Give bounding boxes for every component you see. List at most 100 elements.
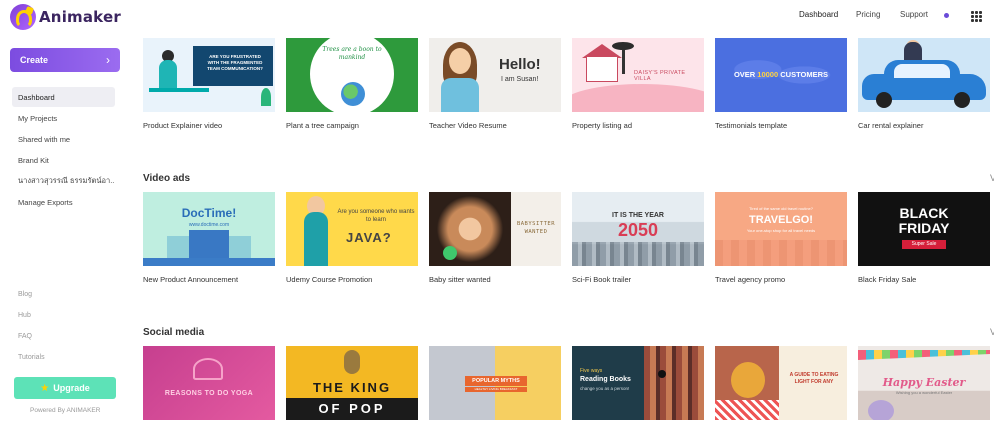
thumbnail-title: Reading Books [580,376,631,383]
thumbnail-subtitle: HEALTHY LIVING BREAKFAST [465,387,527,392]
notification-dot-icon[interactable] [944,13,949,18]
sidebar-link-hub[interactable]: Hub [18,312,31,319]
template-thumbnail[interactable]: Tired of the same old travel routine? TR… [715,192,847,266]
create-button[interactable]: Create › [10,48,120,72]
animaker-logo-icon [10,4,36,30]
template-thumbnail[interactable]: OVER 10000 CUSTOMERS [715,38,847,112]
template-title: Baby sitter wanted [429,275,491,284]
template-title: Plant a tree campaign [286,121,359,130]
sidebar-item-manage-exports[interactable]: Manage Exports [12,192,115,212]
template-card[interactable]: THE KING OF POP [286,346,418,420]
thumbnail-title: TRAVELGO! [749,214,813,226]
globe-icon [341,82,365,106]
template-thumbnail[interactable]: BABYSITTER WANTED [429,192,561,266]
template-card[interactable]: Car rental explainer [858,38,990,130]
template-thumbnail[interactable]: Trees are a boon to mankind [286,38,418,112]
thumbnail-text: DAISY'S PRIVATE VILLA [634,70,686,82]
app-root: Animaker Dashboard Pricing Support Creat… [0,0,994,421]
upgrade-button[interactable]: ★ Upgrade [14,377,116,399]
top-bar: Animaker Dashboard Pricing Support [0,0,994,34]
template-thumbnail[interactable] [858,38,990,112]
template-thumbnail[interactable]: REASONS TO DO YOGA [143,346,275,420]
thumbnail-title: Hello! [499,56,541,73]
template-card[interactable]: POPULAR MYTHS HEALTHY LIVING BREAKFAST [429,346,561,420]
powered-by-text: Powered By ANIMAKER [30,407,101,414]
sidebar-item-label: Dashboard [18,92,55,102]
logo[interactable]: Animaker [10,4,121,30]
template-thumbnail[interactable]: THE KING OF POP [286,346,418,420]
thumbnail-title: BLACK FRIDAY [898,205,950,236]
upgrade-button-label: Upgrade [53,383,90,393]
thumbnail-subtitle: Wishing you a wonderful Easter [895,390,953,395]
thumbnail-title: DocTime! [181,206,237,220]
template-thumbnail[interactable]: IT IS THE YEAR 2050 [572,192,704,266]
template-thumbnail[interactable]: A GUIDE TO EATING LIGHT FOR ANY [715,346,847,420]
thumbnail-title: Happy Easter [882,376,966,389]
thumbnail-text: Trees are a boon to mankind [322,46,382,61]
template-title: Udemy Course Promotion [286,275,373,284]
nav-dashboard[interactable]: Dashboard [799,10,838,19]
nav-support[interactable]: Support [900,10,928,19]
sidebar-link-faq[interactable]: FAQ [18,333,32,340]
star-icon: ★ [40,382,50,394]
logo-text: Animaker [39,8,121,26]
see-all-link[interactable]: V [990,173,994,183]
template-card[interactable]: DocTime! www.doctime.com New Product Ann… [143,192,275,284]
template-card[interactable]: Are you someone who wants to learn JAVA?… [286,192,418,284]
template-card[interactable]: ARE YOU FRUSTRATED WITH THE FRAGMENTED T… [143,38,275,130]
thumbnail-text: ARE YOU FRUSTRATED WITH THE FRAGMENTED T… [207,54,263,71]
nav-pricing[interactable]: Pricing [856,10,880,19]
template-card[interactable]: BABYSITTER WANTED Baby sitter wanted [429,192,561,284]
sidebar-item-workspace[interactable]: นางสาวสุวรรณี ธรรมรัตน์อา... [12,171,115,191]
template-card[interactable]: Tired of the same old travel routine? TR… [715,192,847,284]
template-thumbnail[interactable]: BLACK FRIDAY Super Sale [858,192,990,266]
thumbnail-text: Five ways [580,368,603,374]
template-card[interactable]: Trees are a boon to mankind Plant a tree… [286,38,418,130]
sidebar-item-dashboard[interactable]: Dashboard [12,87,115,107]
template-thumbnail[interactable]: Happy Easter Wishing you a wonderful Eas… [858,346,990,420]
apps-grid-icon[interactable] [971,11,982,22]
section-title-social-media: Social media [143,327,205,338]
sidebar-item-label: Manage Exports [18,197,73,207]
template-title: Product Explainer video [143,121,223,130]
template-card[interactable]: BLACK FRIDAY Super Sale Black Friday Sale [858,192,990,284]
template-card[interactable]: IT IS THE YEAR 2050 Sci-Fi Book trailer [572,192,704,284]
sidebar-item-shared-with-me[interactable]: Shared with me [12,129,115,149]
template-card[interactable]: A GUIDE TO EATING LIGHT FOR ANY [715,346,847,420]
section-title-video-ads: Video ads [143,173,191,184]
template-card[interactable]: Happy Easter Wishing you a wonderful Eas… [858,346,990,420]
thumbnail-tag: POPULAR MYTHS [465,376,527,386]
sidebar-item-label: นางสาวสุวรรณี ธรรมรัตน์อา... [18,176,115,185]
thumbnail-title: THE KING [312,380,392,395]
template-thumbnail[interactable]: POPULAR MYTHS HEALTHY LIVING BREAKFAST [429,346,561,420]
template-card[interactable]: Five ways Reading Books change you as a … [572,346,704,420]
thumbnail-text: Tired of the same old travel routine? [749,206,813,211]
sidebar-item-my-projects[interactable]: My Projects [12,108,115,128]
template-title: Travel agency promo [715,275,786,284]
template-thumbnail[interactable]: ARE YOU FRUSTRATED WITH THE FRAGMENTED T… [143,38,275,112]
lotus-icon [193,358,223,380]
template-thumbnail[interactable]: Are you someone who wants to learn JAVA? [286,192,418,266]
template-title: New Product Announcement [143,275,239,284]
see-all-link[interactable]: V [990,327,994,337]
sidebar-item-brand-kit[interactable]: Brand Kit [12,150,115,170]
thumbnail-title: JAVA? [346,230,392,245]
thumbnail-text: OVER 10000 CUSTOMERS [733,70,829,79]
chevron-right-icon: › [106,53,110,67]
sidebar-link-blog[interactable]: Blog [18,291,32,298]
template-card[interactable]: DAISY'S PRIVATE VILLA Property listing a… [572,38,704,130]
template-card[interactable]: Hello! I am Susan! Teacher Video Resume [429,38,561,130]
microphone-icon [344,350,360,374]
sidebar-link-tutorials[interactable]: Tutorials [18,354,45,361]
thumbnail-text: IT IS THE YEAR [612,212,664,219]
template-card[interactable]: OVER 10000 CUSTOMERS Testimonials templa… [715,38,847,130]
template-title: Testimonials template [715,121,788,130]
template-card[interactable]: REASONS TO DO YOGA [143,346,275,420]
template-thumbnail[interactable]: DocTime! www.doctime.com [143,192,275,266]
create-button-label: Create [20,55,49,65]
template-thumbnail[interactable]: DAISY'S PRIVATE VILLA [572,38,704,112]
thumbnail-subtitle: change you as a person! [580,386,630,391]
template-thumbnail[interactable]: Hello! I am Susan! [429,38,561,112]
sidebar: Create › Dashboard My Projects Shared wi… [0,34,128,421]
template-thumbnail[interactable]: Five ways Reading Books change you as a … [572,346,704,420]
